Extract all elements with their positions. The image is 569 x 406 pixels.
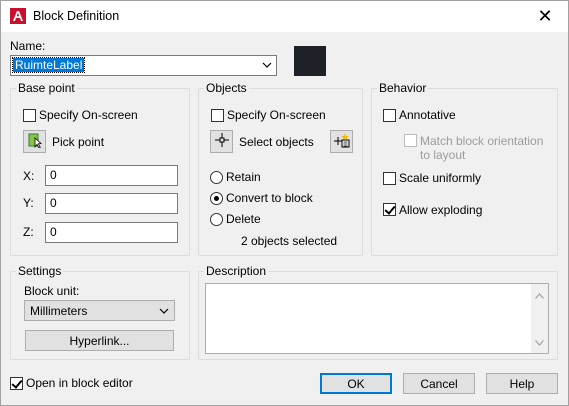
scale-uniformly-checkbox[interactable]	[383, 172, 396, 185]
behavior-title: Behavior	[377, 81, 429, 95]
objects-selected-count: 2 objects selected	[241, 234, 338, 248]
quick-select-icon	[333, 132, 350, 151]
match-orientation-label-2: to layout	[420, 148, 466, 162]
pick-point-button[interactable]	[23, 130, 46, 153]
pick-point-label: Pick point	[52, 135, 105, 149]
base-specify-onscreen-checkbox[interactable]	[23, 109, 36, 122]
base-point-title: Base point	[16, 81, 77, 95]
scroll-up-icon[interactable]	[535, 288, 544, 302]
block-unit-select[interactable]: Millimeters	[24, 300, 175, 321]
z-input[interactable]: 0	[45, 222, 178, 243]
x-input[interactable]: 0	[45, 165, 178, 186]
open-in-block-editor-label: Open in block editor	[26, 376, 133, 390]
description-textarea[interactable]	[205, 283, 549, 354]
x-label: X:	[23, 169, 35, 183]
window-title: Block Definition	[33, 9, 120, 23]
help-button[interactable]: Help	[486, 373, 558, 394]
quick-select-button[interactable]	[330, 130, 353, 153]
objects-specify-onscreen-label: Specify On-screen	[227, 108, 326, 122]
chevron-down-icon	[262, 58, 272, 75]
close-icon: ✕	[537, 6, 553, 26]
close-button[interactable]: ✕	[522, 1, 568, 32]
settings-title: Settings	[16, 264, 64, 278]
delete-radio[interactable]	[210, 213, 223, 226]
autocad-logo-icon	[10, 8, 26, 24]
z-label: Z:	[23, 225, 34, 239]
block-definition-dialog: Block Definition ✕ Name: RuimteLabel Bas…	[0, 0, 569, 406]
scale-uniformly-label: Scale uniformly	[399, 171, 482, 185]
allow-exploding-checkbox[interactable]	[383, 203, 396, 216]
block-unit-value: Millimeters	[30, 303, 88, 318]
description-title: Description	[204, 264, 269, 278]
convert-to-block-label: Convert to block	[226, 191, 313, 205]
description-scrollbar[interactable]	[531, 284, 548, 353]
allow-exploding-label: Allow exploding	[399, 203, 483, 217]
cancel-button[interactable]: Cancel	[403, 373, 475, 394]
name-combobox[interactable]: RuimteLabel	[10, 55, 277, 76]
y-input[interactable]: 0	[45, 193, 178, 214]
convert-to-block-radio[interactable]	[210, 192, 223, 205]
name-value: RuimteLabel	[11, 57, 86, 73]
title-bar: Block Definition ✕	[1, 1, 568, 32]
block-preview	[294, 46, 326, 76]
delete-label: Delete	[226, 212, 261, 226]
select-objects-button[interactable]	[210, 130, 233, 153]
ok-button[interactable]: OK	[320, 373, 392, 394]
match-orientation-label: Match block orientation	[420, 134, 544, 148]
name-label: Name:	[10, 39, 46, 53]
open-in-block-editor-checkbox[interactable]	[10, 377, 23, 390]
objects-title: Objects	[204, 81, 249, 95]
annotative-label: Annotative	[399, 108, 456, 122]
hyperlink-button[interactable]: Hyperlink...	[25, 330, 174, 351]
block-unit-label: Block unit:	[24, 284, 80, 298]
crosshair-icon	[214, 132, 230, 151]
chevron-down-icon	[159, 304, 169, 321]
y-label: Y:	[23, 196, 34, 210]
select-objects-label: Select objects	[239, 135, 314, 149]
base-specify-onscreen-label: Specify On-screen	[39, 108, 138, 122]
match-orientation-checkbox[interactable]	[404, 134, 417, 147]
objects-specify-onscreen-checkbox[interactable]	[211, 109, 224, 122]
retain-radio[interactable]	[210, 171, 223, 184]
pick-point-icon	[27, 132, 43, 151]
scroll-down-icon[interactable]	[535, 335, 544, 349]
annotative-checkbox[interactable]	[383, 109, 396, 122]
retain-label: Retain	[226, 170, 261, 184]
